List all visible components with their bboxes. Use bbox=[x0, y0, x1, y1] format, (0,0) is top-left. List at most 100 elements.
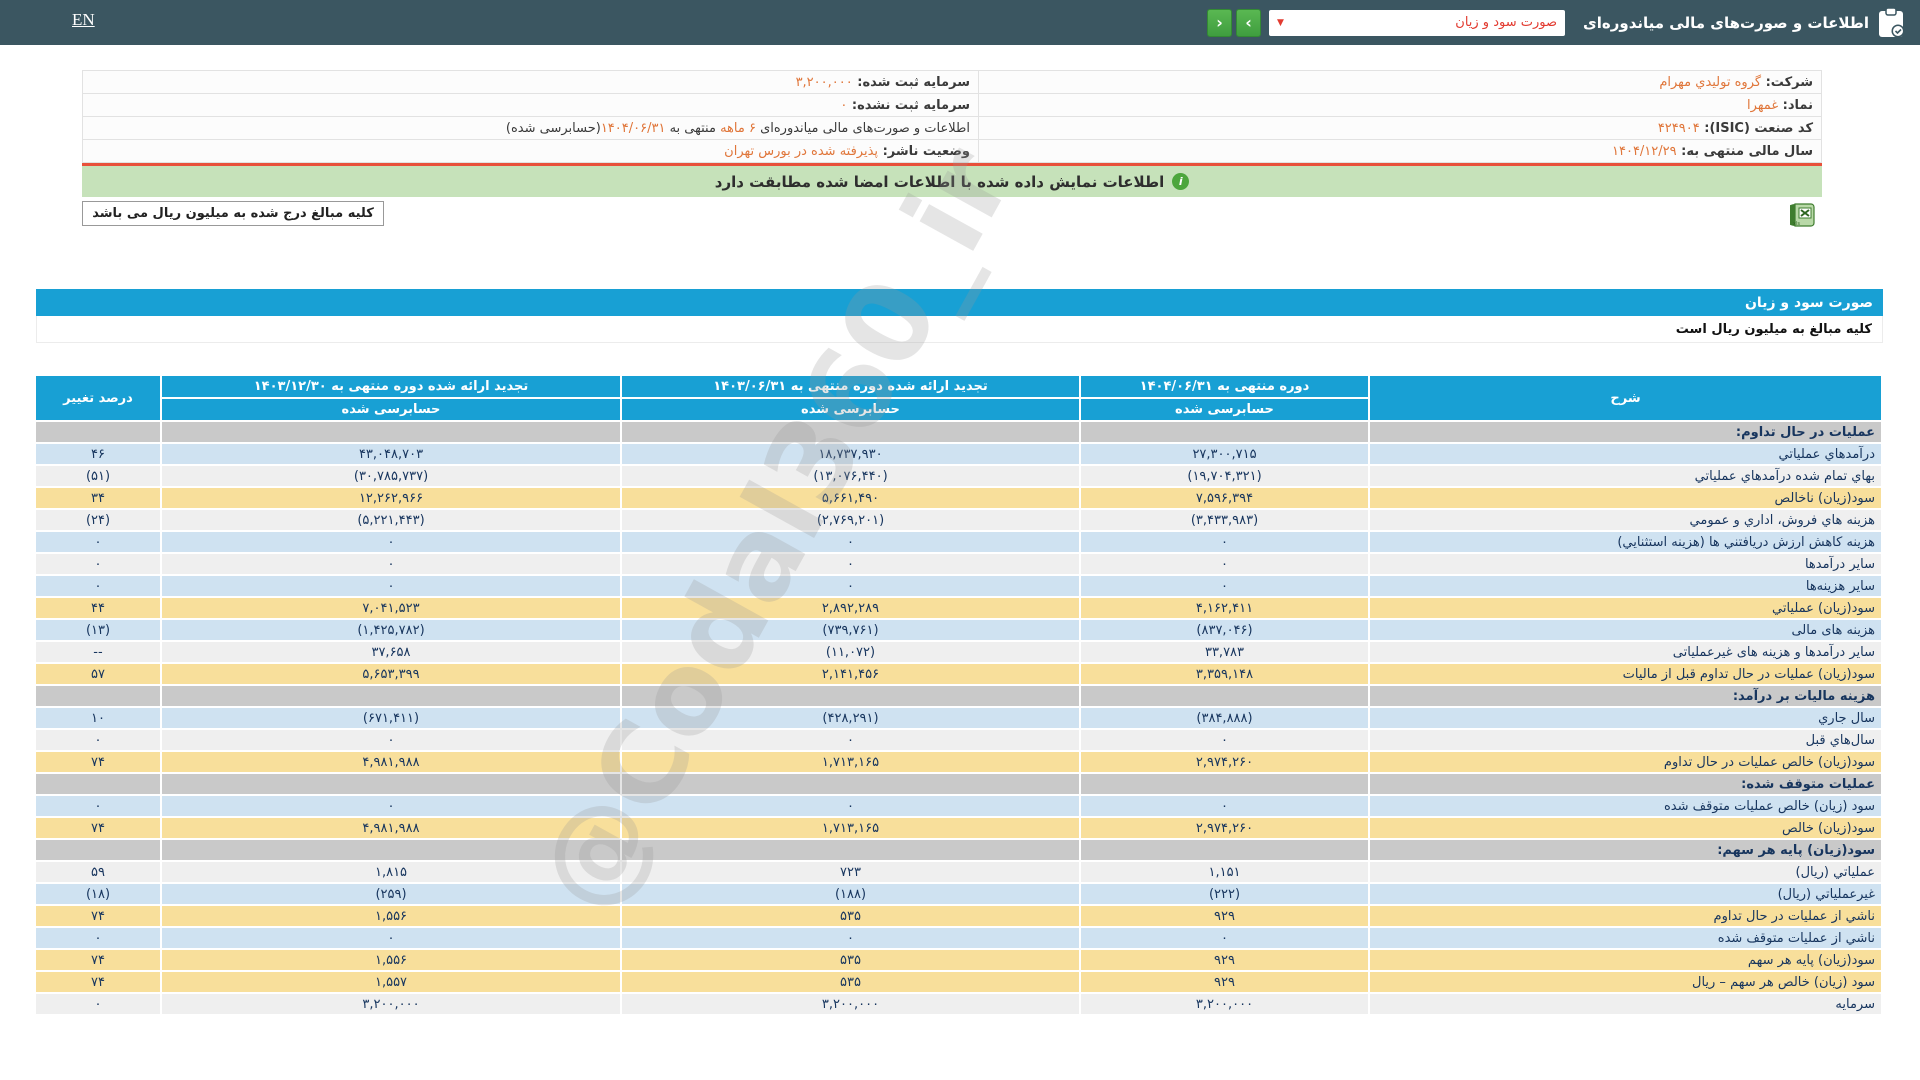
nav-forward-button[interactable]: › bbox=[1236, 8, 1262, 37]
topbar-cluster: اطلاعات و صورت‌های مالی میاندوره‌ای صورت… bbox=[1207, 6, 1907, 39]
row-section-cell bbox=[160, 684, 622, 708]
row-value: ۹۲۹ bbox=[1079, 904, 1370, 928]
row-label: سود(زيان) خالص عملیات در حال تداوم bbox=[1368, 750, 1883, 774]
row-label: سود(زيان) عملیات در حال تداوم قبل از مال… bbox=[1368, 662, 1883, 686]
row-value: ۳,۲۰۰,۰۰۰ bbox=[620, 992, 1081, 1016]
row-section-cell bbox=[34, 684, 162, 708]
info-label: منتهی به bbox=[665, 120, 721, 136]
info-label: وضعیت ناشر: bbox=[878, 143, 970, 159]
statement-title-bar: صورت سود و زیان bbox=[36, 289, 1883, 316]
row-value: ۱,۵۵۷ bbox=[160, 970, 622, 994]
row-percent-change: ۷۴ bbox=[34, 750, 162, 774]
row-label: سرمايه bbox=[1368, 992, 1883, 1016]
row-value: ۰ bbox=[1079, 552, 1370, 576]
info-value: ۱۴۰۴/۰۶/۳۱ bbox=[600, 120, 666, 136]
info-row: کد صنعت (ISIC): ۴۲۴۹۰۴ اطلاعات و صورت‌های… bbox=[82, 116, 1823, 140]
row-value: ۱۸,۷۳۷,۹۳۰ bbox=[620, 442, 1081, 466]
row-percent-change: ۰ bbox=[34, 574, 162, 598]
row-value: (۸۳۷,۰۴۶) bbox=[1079, 618, 1370, 642]
table-row: هزینه کاهش ارزش دریافتني ها (هزینه استثن… bbox=[34, 530, 1883, 554]
row-value: ۵۳۵ bbox=[620, 948, 1081, 972]
info-label: اطلاعات و صورت‌های مالی میاندوره‌ای bbox=[755, 120, 970, 136]
info-cell: سرمایه ثبت نشده: ۰ bbox=[82, 93, 979, 117]
row-label: هزینه های مالی bbox=[1368, 618, 1883, 642]
table-row: سود(زیان) پایه هر سهم: bbox=[34, 838, 1883, 862]
table-row: ناشي از عملیات در حال تداوم ۹۲۹ ۵۳۵ ۱,۵۵۶ ۷۴ bbox=[34, 904, 1883, 928]
nav-back-button[interactable]: ‹ bbox=[1207, 8, 1233, 37]
row-value: ۱,۵۵۶ bbox=[160, 904, 622, 928]
row-value: ۰ bbox=[160, 728, 622, 752]
row-percent-change: ۳۴ bbox=[34, 486, 162, 510]
chevron-down-icon: ▼ bbox=[1277, 17, 1284, 28]
row-value: ۰ bbox=[620, 530, 1081, 554]
info-value: غمهرا bbox=[1747, 97, 1779, 113]
row-value: ۳۳,۷۸۳ bbox=[1079, 640, 1370, 664]
row-label: سود(زيان) ناخالص bbox=[1368, 486, 1883, 510]
row-label: بهاي تمام شده درآمدهاي عملياتي bbox=[1368, 464, 1883, 488]
row-section-label: عملیات متوقف شده: bbox=[1368, 772, 1883, 796]
row-label: ناشي از عملیات در حال تداوم bbox=[1368, 904, 1883, 928]
row-percent-change: ۱۰ bbox=[34, 706, 162, 730]
info-cell: وضعیت ناشر: پذیرفته شده در بورس تهران bbox=[82, 139, 979, 163]
info-value: ۳,۲۰۰,۰۰۰ bbox=[795, 74, 853, 90]
table-row: سایر درآمدها و هزینه های غیرعملیاتی ۳۳,۷۸… bbox=[34, 640, 1883, 664]
excel-export-icon[interactable]: xls bbox=[1790, 201, 1818, 229]
row-label: سود (زیان) خالص عملیات متوقف شده bbox=[1368, 794, 1883, 818]
svg-text:xls: xls bbox=[1793, 221, 1800, 227]
table-row: سود(زيان) خالص عملیات در حال تداوم ۲,۹۷۴,… bbox=[34, 750, 1883, 774]
info-cell: کد صنعت (ISIC): ۴۲۴۹۰۴ bbox=[977, 116, 1823, 140]
row-percent-change: ۷۴ bbox=[34, 904, 162, 928]
row-section-cell bbox=[620, 772, 1081, 796]
row-value: (۳,۴۳۳,۹۸۳) bbox=[1079, 508, 1370, 532]
row-label: سود(زيان) پايه هر سهم bbox=[1368, 948, 1883, 972]
row-value: ۷,۰۴۱,۵۲۳ bbox=[160, 596, 622, 620]
row-value: ۷۲۳ bbox=[620, 860, 1081, 884]
info-label: کد صنعت (ISIC): bbox=[1699, 120, 1813, 136]
row-label: غیرعملیاتي (ریال) bbox=[1368, 882, 1883, 906]
row-percent-change: ۰ bbox=[34, 992, 162, 1016]
row-value: (۱,۴۲۵,۷۸۲) bbox=[160, 618, 622, 642]
row-section-cell bbox=[34, 420, 162, 444]
header-audited-2: حسابرسی شده bbox=[620, 397, 1081, 422]
row-section-label: عملیات در حال تداوم: bbox=[1368, 420, 1883, 444]
row-section-cell bbox=[160, 772, 622, 796]
table-row: سود(زيان) عملياتي ۴,۱۶۲,۴۱۱ ۲,۸۹۲,۲۸۹ ۷,۰۴۱… bbox=[34, 596, 1883, 620]
page: { "colors":{ "topbar_bg":"#3b5661","acce… bbox=[0, 0, 1920, 1080]
table-row: سال جاري (۳۸۴,۸۸۸) (۴۲۸,۲۹۱) (۶۷۱,۴۱۱) ۱۰ bbox=[34, 706, 1883, 730]
row-value: ۴,۹۸۱,۹۸۸ bbox=[160, 750, 622, 774]
row-label: سود(زيان) عملياتي bbox=[1368, 596, 1883, 620]
row-value: (۵,۲۲۱,۴۴۳) bbox=[160, 508, 622, 532]
report-type-dropdown[interactable]: صورت سود و زیان ▼ bbox=[1269, 9, 1566, 36]
row-value: (۳۰,۷۸۵,۷۳۷) bbox=[160, 464, 622, 488]
page-title: اطلاعات و صورت‌های مالی میاندوره‌ای bbox=[1583, 13, 1869, 32]
row-section-cell bbox=[1079, 420, 1370, 444]
row-section-cell bbox=[34, 772, 162, 796]
row-value: ۹۲۹ bbox=[1079, 970, 1370, 994]
row-percent-change: ۰ bbox=[34, 552, 162, 576]
row-section-cell bbox=[160, 420, 622, 444]
row-section-cell bbox=[620, 420, 1081, 444]
row-percent-change: ۰ bbox=[34, 728, 162, 752]
row-value: ۳,۲۰۰,۰۰۰ bbox=[160, 992, 622, 1016]
row-value: ۰ bbox=[1079, 574, 1370, 598]
row-value: ۰ bbox=[620, 728, 1081, 752]
table-row: عملیات در حال تداوم: bbox=[34, 420, 1883, 444]
row-section-label: سود(زیان) پایه هر سهم: bbox=[1368, 838, 1883, 862]
table-row: سایر هزینه‌ها ۰ ۰ ۰ ۰ bbox=[34, 574, 1883, 598]
row-label: هزينه هاي فروش، اداري و عمومي bbox=[1368, 508, 1883, 532]
language-switch-en-link[interactable]: EN bbox=[72, 10, 95, 30]
row-value: ۱,۷۱۳,۱۶۵ bbox=[620, 816, 1081, 840]
info-value: پذیرفته شده در بورس تهران bbox=[724, 143, 879, 159]
info-label: سال مالی منتهی به: bbox=[1676, 143, 1813, 159]
profit-loss-table: شرح دوره منتهی به ۱۴۰۴/۰۶/۳۱ تجدید ارائه… bbox=[34, 374, 1883, 1016]
row-value: ۵,۶۵۳,۳۹۹ bbox=[160, 662, 622, 686]
row-value: (۲۲۲) bbox=[1079, 882, 1370, 906]
info-value: ۴۲۴۹۰۴ bbox=[1657, 120, 1700, 136]
row-value: ۳۷,۶۵۸ bbox=[160, 640, 622, 664]
report-type-selected-value: صورت سود و زیان bbox=[1455, 15, 1558, 30]
top-navigation-bar: اطلاعات و صورت‌های مالی میاندوره‌ای صورت… bbox=[0, 0, 1920, 45]
row-value: (۶۷۱,۴۱۱) bbox=[160, 706, 622, 730]
row-value: ۰ bbox=[1079, 794, 1370, 818]
table-row: سایر درآمدها ۰ ۰ ۰ ۰ bbox=[34, 552, 1883, 576]
row-value: ۰ bbox=[160, 926, 622, 950]
